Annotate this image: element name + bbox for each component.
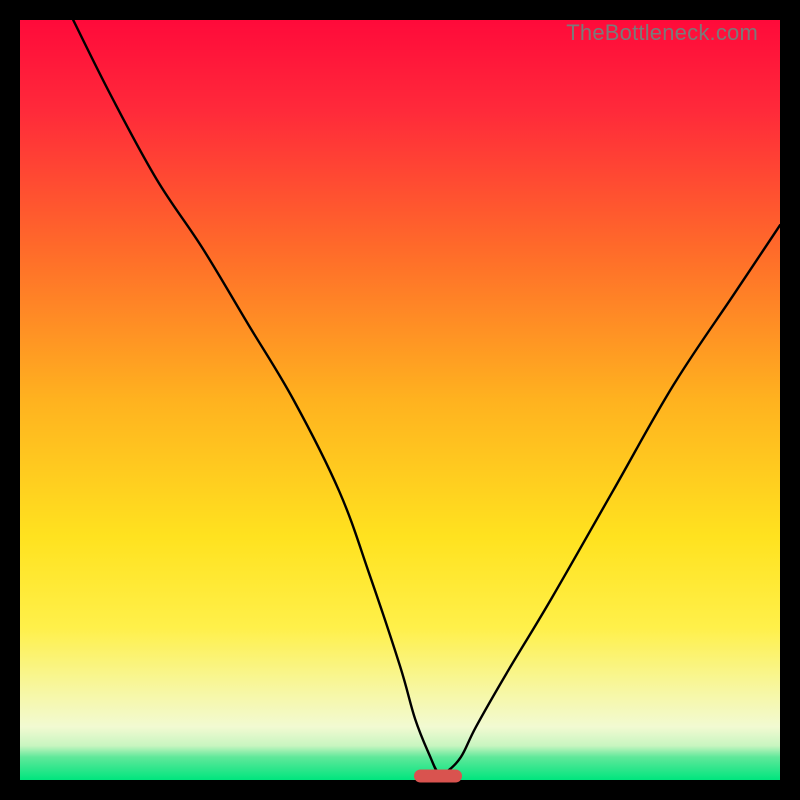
watermark-label: TheBottleneck.com — [566, 20, 758, 46]
optimal-marker — [414, 770, 462, 783]
plot-area: TheBottleneck.com — [20, 20, 780, 780]
bottleneck-curve — [20, 20, 780, 780]
